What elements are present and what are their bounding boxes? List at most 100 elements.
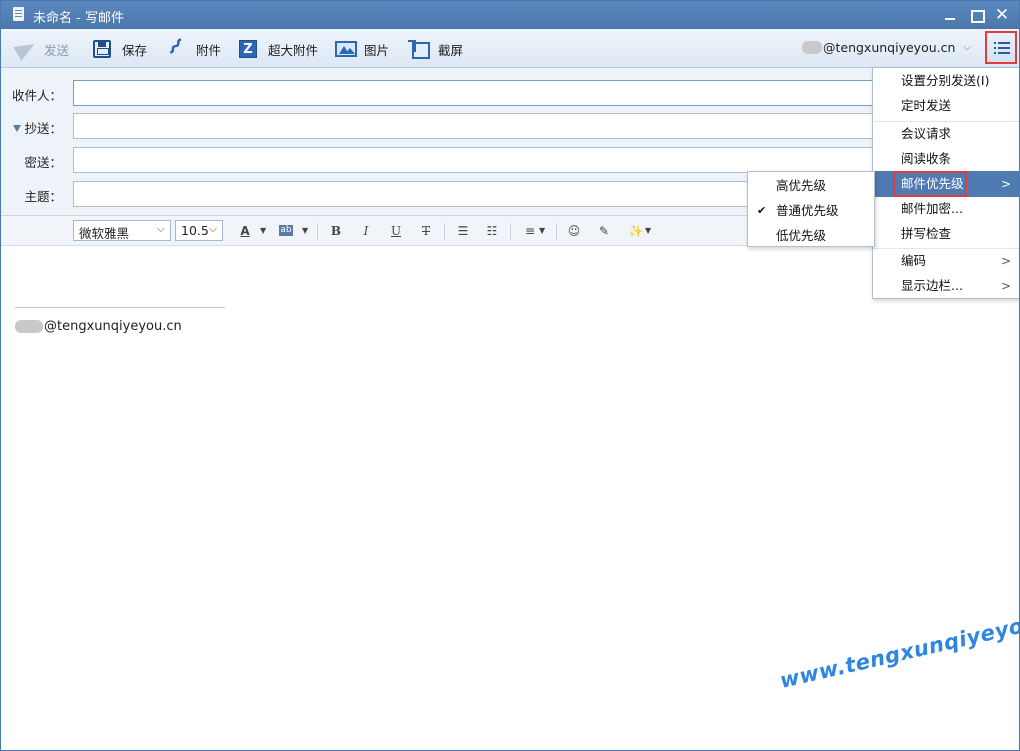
menu-item-label: 定时发送 [901,98,952,113]
highlight-color-button[interactable]: ab [279,225,293,236]
menu-item-encoding[interactable]: 编码 > [873,249,1019,273]
cc-row: 抄送： [1,113,1019,139]
menu-item-label: 设置分别发送(I) [901,73,990,88]
separator [510,223,511,240]
align-icon[interactable]: ≡ [521,223,539,239]
minimize-button[interactable] [939,5,961,25]
magic-wand-icon[interactable]: ✨ [627,223,645,239]
large-file-icon: Z [239,40,257,58]
menu-item-encrypt[interactable]: 邮件加密... [873,197,1019,221]
priority-high[interactable]: 高优先级 [748,173,874,198]
dropdown-arrow-icon[interactable]: ▼ [260,226,266,235]
cc-label: 抄送： [24,121,62,136]
paperclip-icon [167,39,189,59]
submenu-item-label: 低优先级 [776,228,827,243]
image-label: 图片 [364,42,390,58]
account-selector[interactable]: @tengxunqiyeyou.cn ⌵ [801,40,971,55]
dropdown-arrow-icon[interactable]: ▼ [539,226,545,235]
font-family-select[interactable]: 微软雅黑 ⌵ [73,220,171,241]
font-size-value: 10.5 [181,223,209,238]
menu-item-separate-send[interactable]: 设置分别发送(I) [873,69,1019,93]
chevron-down-icon: ⌵ [208,222,217,235]
title-bar: 未命名 - 写邮件 ✕ [1,1,1019,29]
screenshot-label: 截屏 [438,42,464,58]
account-email: @tengxunqiyeyou.cn [822,40,956,55]
priority-submenu: 高优先级 ✔ 普通优先级 低优先级 [747,171,875,247]
large-attach-label: 超大附件 [268,42,319,58]
to-label: 收件人： [11,88,62,103]
signature: @tengxunqiyeyou.cn [15,319,182,334]
font-family-value: 微软雅黑 [79,226,130,241]
menu-item-scheduled-send[interactable]: 定时发送 [873,94,1019,118]
chevron-right-icon: > [1000,279,1011,293]
submenu-item-label: 普通优先级 [776,203,839,218]
to-row: 收件人： [1,80,1019,106]
menu-item-label: 编码 [901,253,927,268]
priority-normal[interactable]: ✔ 普通优先级 [748,198,874,223]
menu-item-label: 阅读收条 [901,151,952,166]
dropdown-arrow-icon[interactable]: ▼ [302,226,308,235]
document-icon [13,7,24,21]
priority-low[interactable]: 低优先级 [748,223,874,248]
send-button[interactable]: 发送 [15,37,69,61]
close-button[interactable]: ✕ [991,5,1013,25]
chevron-right-icon: > [1000,177,1011,191]
signature-divider [15,307,225,308]
chevron-down-icon: ⌵ [156,222,165,235]
list-menu-icon [994,42,1010,54]
menu-item-priority[interactable]: 邮件优先级 > [873,171,1019,197]
font-size-select[interactable]: 10.5 ⌵ [175,220,223,241]
compose-window: 未命名 - 写邮件 ✕ 发送 保存 附件 Z 超大附件 图片 截屏 [0,0,1020,751]
paper-plane-icon [15,39,37,59]
separator [444,223,445,240]
blurred-username [801,41,822,54]
save-button[interactable]: 保存 [93,37,147,61]
annotation-box [893,171,967,197]
separator [556,223,557,240]
subject-label: 主题： [24,189,62,204]
maximize-button[interactable] [965,5,987,25]
bullet-list-icon[interactable]: ☰ [454,223,472,239]
image-button[interactable]: 图片 [335,37,389,61]
menu-item-label: 拼写检查 [901,226,952,241]
chevron-down-icon: ⌵ [963,42,971,53]
numbered-list-icon[interactable]: ☷ [483,223,501,239]
bold-button[interactable]: B [327,223,345,239]
message-body[interactable]: @tengxunqiyeyou.cn [1,247,1019,750]
font-color-button[interactable]: A [236,223,254,239]
bcc-row: 密送： [1,147,1019,173]
send-label: 发送 [44,42,70,58]
blurred-username [15,320,43,333]
menu-item-sidebar[interactable]: 显示边栏... > [873,274,1019,298]
menu-item-meeting-request[interactable]: 会议请求 [873,122,1019,146]
image-icon [335,41,357,57]
bcc-label: 密送： [24,155,62,170]
checkmark-icon: ✔ [757,204,767,217]
italic-button[interactable]: I [357,223,375,239]
attach-label: 附件 [196,42,222,58]
eraser-icon[interactable]: ✎ [595,223,613,239]
more-menu-button[interactable] [985,31,1017,64]
underline-button[interactable]: U [387,223,405,239]
cc-label-wrap[interactable]: 抄送： [13,118,62,137]
menu-item-label: 邮件加密... [901,201,963,216]
separator [317,223,318,240]
screenshot-button[interactable]: 截屏 [409,37,463,61]
menu-item-label: 会议请求 [901,126,952,141]
chevron-right-icon: > [1000,254,1011,268]
dropdown-arrow-icon[interactable]: ▼ [645,226,651,235]
more-options-menu: 设置分别发送(I) 定时发送 会议请求 阅读收条 邮件优先级 > 邮件加密...… [872,67,1019,299]
signature-email: @tengxunqiyeyou.cn [44,319,182,334]
crop-icon [409,39,431,59]
strikethrough-button[interactable]: T [417,223,435,239]
window-title: 未命名 - 写邮件 [33,11,124,26]
emoji-icon[interactable]: ☺ [565,223,583,239]
submenu-item-label: 高优先级 [776,178,827,193]
menu-item-spellcheck[interactable]: 拼写检查 [873,222,1019,246]
toolbar: 发送 保存 附件 Z 超大附件 图片 截屏 @tengxunqiyeyou.cn… [1,29,1019,68]
attach-button[interactable]: 附件 [167,37,221,61]
menu-item-read-receipt[interactable]: 阅读收条 [873,147,1019,171]
menu-item-label: 显示边栏... [901,278,963,293]
expand-triangle-icon [13,125,22,132]
large-attach-button[interactable]: Z 超大附件 [239,37,318,61]
